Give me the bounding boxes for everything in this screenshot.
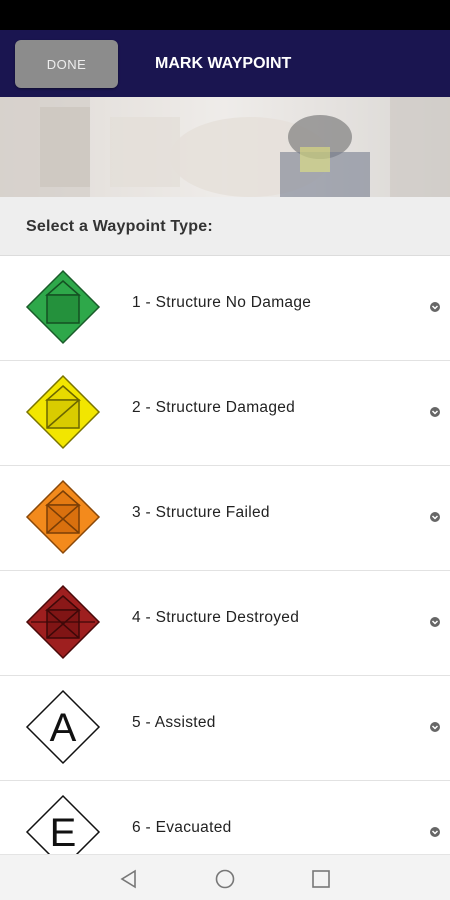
recents-square-icon[interactable] (309, 867, 333, 891)
chevron-down-icon (430, 512, 440, 522)
waypoint-type-list: 1 - Structure No Damage 2 - Structure Da… (0, 256, 450, 854)
waypoint-label: 3 - Structure Failed (132, 504, 270, 521)
app-bar: DONE MARK WAYPOINT (0, 30, 450, 97)
chevron-down-icon (430, 827, 440, 837)
chevron-down-icon (430, 722, 440, 732)
evacuated-icon: E (25, 794, 101, 854)
system-nav-bar (0, 854, 450, 900)
page-title: MARK WAYPOINT (155, 55, 292, 72)
waypoint-row-failed[interactable]: 3 - Structure Failed (0, 466, 450, 571)
waypoint-row-assisted[interactable]: A 5 - Assisted (0, 676, 450, 781)
chevron-down-icon (430, 302, 440, 312)
header-banner-image (0, 97, 450, 197)
chevron-down-icon (430, 617, 440, 627)
waypoint-letter: A (50, 706, 77, 750)
done-button[interactable]: DONE (15, 40, 118, 88)
waypoint-row-damaged[interactable]: 2 - Structure Damaged (0, 361, 450, 466)
waypoint-label: 6 - Evacuated (132, 819, 232, 836)
waypoint-label: 2 - Structure Damaged (132, 399, 296, 416)
section-header-label: Select a Waypoint Type: (26, 218, 213, 235)
waypoint-row-destroyed[interactable]: 4 - Structure Destroyed (0, 571, 450, 676)
waypoint-label: 4 - Structure Destroyed (132, 609, 300, 626)
structure-no-damage-icon (25, 269, 101, 345)
waypoint-row-evacuated[interactable]: E 6 - Evacuated (0, 781, 450, 854)
chevron-down-icon (430, 407, 440, 417)
back-triangle-icon[interactable] (117, 867, 141, 891)
waypoint-label: 5 - Assisted (132, 714, 216, 731)
waypoint-label: 1 - Structure No Damage (132, 294, 312, 311)
structure-destroyed-icon (25, 584, 101, 660)
structure-damaged-icon (25, 374, 101, 450)
section-header: Select a Waypoint Type: (0, 197, 450, 256)
waypoint-row-no-damage[interactable]: 1 - Structure No Damage (0, 256, 450, 361)
status-bar (0, 0, 450, 30)
waypoint-letter: E (50, 811, 77, 854)
home-circle-icon[interactable] (213, 867, 237, 891)
structure-failed-icon (25, 479, 101, 555)
assisted-icon: A (25, 689, 101, 765)
